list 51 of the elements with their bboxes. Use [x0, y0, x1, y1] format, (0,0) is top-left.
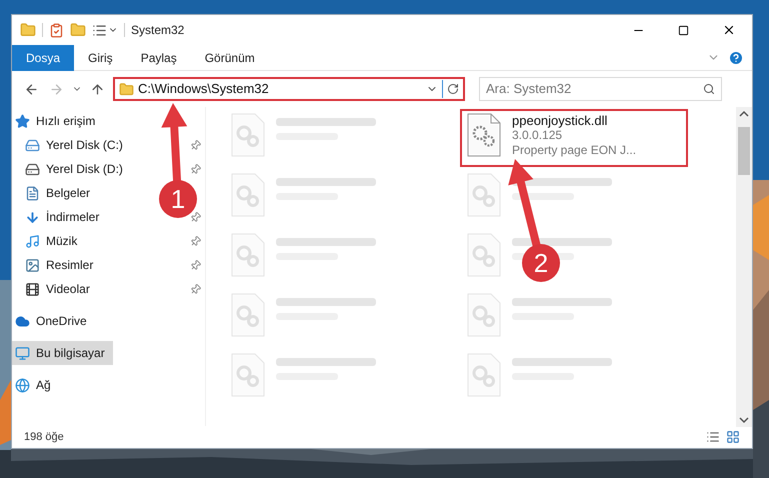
sidebar-item[interactable]: Videolar: [12, 277, 98, 301]
film-icon: [25, 282, 40, 296]
sidebar-item[interactable]: Yerel Disk (C:): [12, 133, 131, 157]
scrollbar[interactable]: [736, 107, 752, 427]
ribbon-tab[interactable]: Giriş: [74, 44, 127, 70]
sidebar-item[interactable]: Yerel Disk (D:): [12, 157, 131, 181]
search-icon: [703, 83, 715, 95]
search-field[interactable]: Ara: System32: [486, 79, 703, 99]
drive-icon: [25, 162, 40, 176]
item-count: 198 öğe: [24, 430, 64, 445]
ribbon-tab[interactable]: Dosya: [12, 44, 74, 70]
help-icon[interactable]: [728, 50, 744, 66]
music-note-icon: [25, 234, 40, 248]
sidebar-item[interactable]: Ağ: [12, 373, 59, 397]
network-icon: [15, 378, 30, 392]
sidebar-item[interactable]: Hızlı erişim: [12, 109, 104, 133]
picture-icon: [25, 258, 40, 272]
monitor-icon: [15, 346, 30, 360]
step-number: 1: [159, 180, 197, 218]
sidebar-item[interactable]: Belgeler: [12, 181, 98, 205]
ribbon-tab[interactable]: Görünüm: [190, 44, 269, 70]
address-field[interactable]: C:\Windows\System32: [113, 77, 465, 101]
star-icon: [15, 114, 30, 128]
details-view-icon[interactable]: [706, 430, 720, 444]
sidebar-item[interactable]: Bu bilgisayar: [12, 341, 113, 365]
drive-icon: [25, 138, 40, 152]
checklist-icon[interactable]: [49, 22, 64, 38]
folder-icon: [119, 82, 134, 96]
file-name: ppeonjoystick.dll: [512, 113, 608, 128]
sidebar-item[interactable]: İndirmeler: [12, 205, 108, 229]
cloud-icon: [15, 314, 30, 328]
close-icon[interactable]: [722, 23, 736, 37]
file-item[interactable]: ppeonjoystick.dll 3.0.0.125 Property page EON J...: [460, 109, 688, 167]
sidebar-item[interactable]: Resimler: [12, 253, 102, 277]
maximize-icon[interactable]: [678, 24, 689, 36]
sidebar-item[interactable]: Müzik: [12, 229, 86, 253]
file-detail: Property page EON J...: [512, 143, 636, 158]
document-icon: [25, 186, 40, 200]
search-box[interactable]: Ara: System32: [479, 77, 722, 101]
properties-icon[interactable]: [92, 22, 107, 38]
ribbon-tab[interactable]: Paylaş: [126, 44, 191, 70]
sidebar-item[interactable]: OneDrive: [12, 309, 95, 333]
step-number: 2: [522, 244, 560, 282]
up-icon[interactable]: [90, 82, 105, 96]
download-icon: [25, 210, 40, 224]
back-icon[interactable]: [24, 82, 39, 96]
large-icons-view-icon[interactable]: [726, 430, 740, 444]
window-title: System32: [131, 22, 184, 39]
refresh-icon[interactable]: [447, 83, 459, 95]
gear-file-icon: [466, 113, 502, 157]
file-detail: 3.0.0.125: [512, 128, 564, 143]
